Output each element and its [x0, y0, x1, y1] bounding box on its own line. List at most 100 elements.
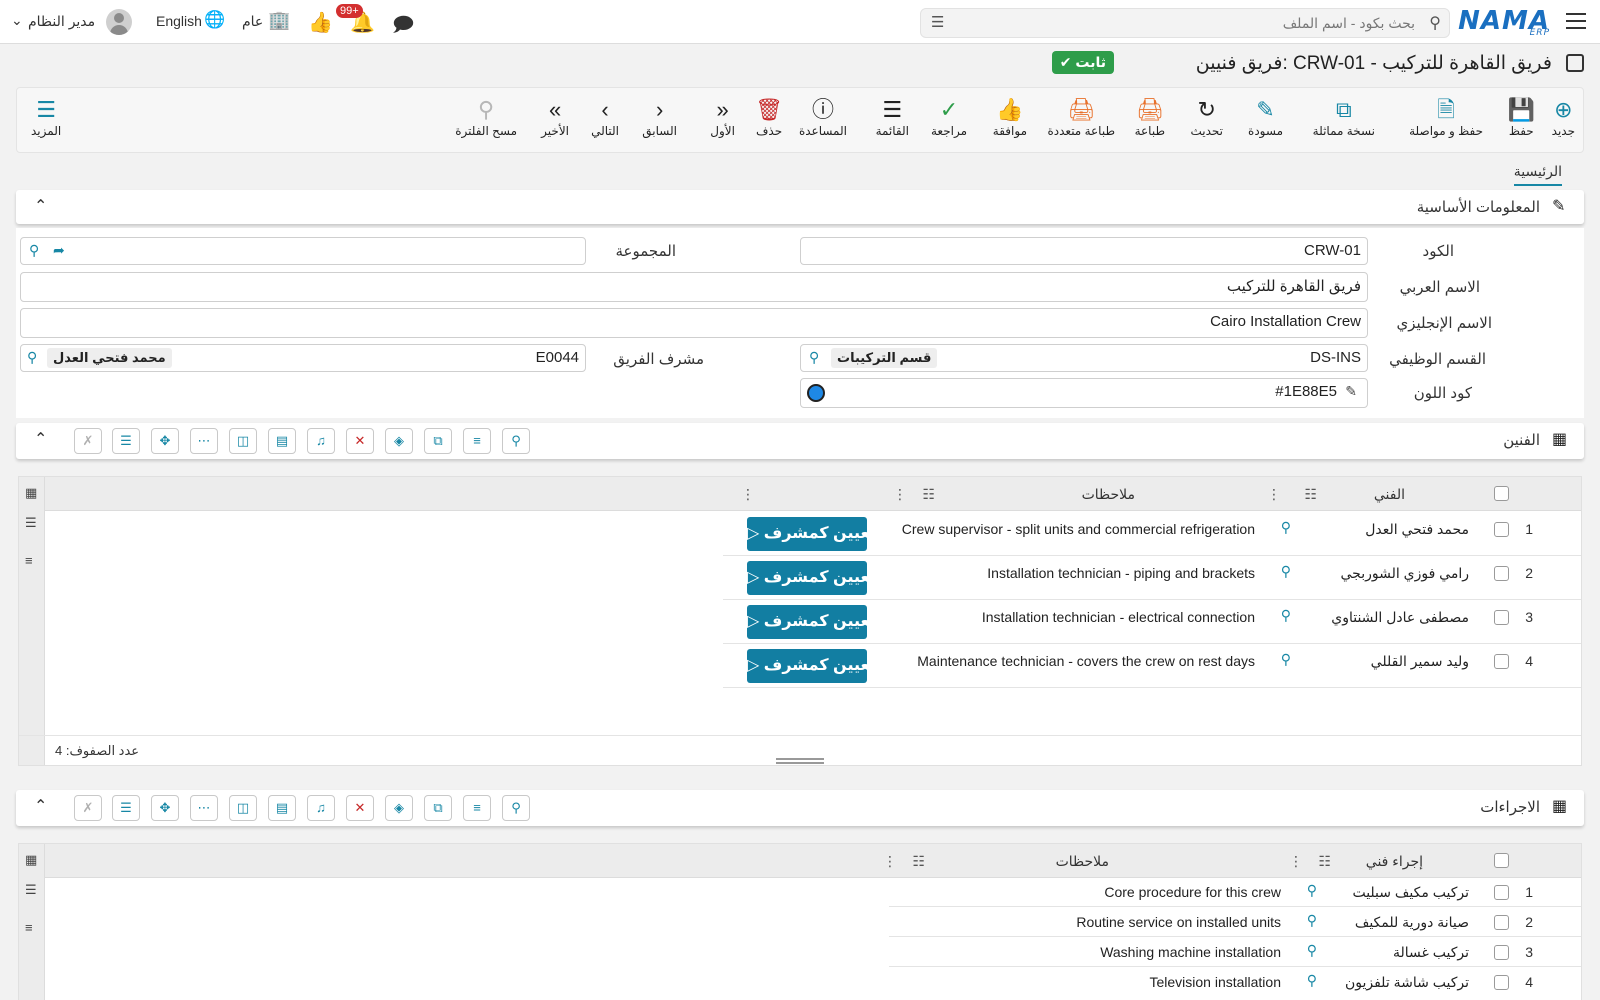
save-continue-button[interactable]: 🗎 حفظ و مواصلة — [1409, 96, 1483, 138]
company-selector[interactable]: عام — [242, 13, 263, 30]
list-button[interactable]: ☰ القائمة — [876, 96, 909, 138]
assign-supervisor-button[interactable]: ▷ تعيين كمشرف — [747, 649, 876, 683]
tab-main[interactable]: الرئيسية — [1513, 163, 1562, 186]
thumbs-up-icon[interactable]: 👍 — [308, 10, 333, 35]
dots-grid-icon[interactable]: ⋯ — [190, 428, 218, 454]
filter-icon[interactable]: ☰ — [112, 795, 140, 821]
search-plus-icon[interactable]: ⚲ — [1281, 519, 1291, 536]
column-menu-icon[interactable]: ⋮ — [893, 486, 907, 503]
col-procedure[interactable]: إجراء فني — [1366, 853, 1423, 870]
assign-supervisor-button[interactable]: ▷ تعيين كمشرف — [747, 517, 876, 551]
search-plus-icon[interactable]: ⚲ — [1281, 563, 1291, 580]
table-split-icon[interactable]: ▤ — [268, 795, 296, 821]
filter-off-icon[interactable]: ✗ — [74, 428, 102, 454]
table-settings-icon[interactable]: ▦ — [25, 852, 37, 868]
search-plus-icon[interactable]: ⚲ — [1307, 912, 1317, 929]
app-logo[interactable]: NAMA ERP — [1458, 6, 1550, 38]
delete-button[interactable]: 🗑 حذف — [755, 96, 783, 138]
trash-icon[interactable]: ✕ — [346, 795, 374, 821]
row-checkbox[interactable] — [1494, 915, 1509, 930]
chevron-down-icon[interactable]: ⌄ — [11, 12, 23, 29]
multi-print-button[interactable]: 🖨 طباعة متعددة — [1047, 96, 1115, 138]
row-checkbox[interactable] — [1494, 610, 1509, 625]
color-swatch[interactable] — [807, 384, 825, 402]
approve-button[interactable]: 👍 موافقة — [993, 96, 1027, 138]
fit-columns-icon[interactable]: ◫ — [229, 795, 257, 821]
avatar[interactable] — [106, 9, 132, 35]
chevron-up-icon[interactable]: ⌃ — [34, 196, 47, 216]
review-button[interactable]: ✓ مراجعة — [931, 96, 967, 138]
more-button[interactable]: ☰ المزيد — [31, 96, 61, 138]
code-field[interactable]: CRW-01 — [800, 237, 1368, 265]
column-filter-icon[interactable]: ☷ — [1318, 853, 1331, 870]
col-notes[interactable]: ملاحظات — [1082, 486, 1135, 503]
filter-icon[interactable]: ☰ — [25, 882, 37, 898]
row-checkbox[interactable] — [1494, 566, 1509, 581]
draft-button[interactable]: ✎ مسودة — [1248, 96, 1283, 138]
column-filter-icon[interactable]: ☷ — [912, 853, 925, 870]
search-plus-icon[interactable]: ⚲ — [1307, 942, 1317, 959]
last-button[interactable]: « الأخير — [541, 96, 569, 138]
list-search-icon[interactable]: ⚲ — [502, 428, 530, 454]
table-split-icon[interactable]: ▤ — [268, 428, 296, 454]
chat-icon[interactable]: 🗩 — [392, 10, 414, 44]
select-all-checkbox[interactable] — [1494, 486, 1509, 501]
search-plus-icon[interactable]: ⚲ — [1307, 882, 1317, 899]
basic-info-header[interactable]: ✎ المعلومات الأساسية ⌃ — [16, 190, 1584, 224]
search-plus-icon[interactable]: ⚲ — [29, 242, 39, 259]
group-field[interactable]: ⚲ ➦ — [20, 237, 586, 265]
eyedropper-icon[interactable]: ✎ — [1345, 383, 1357, 400]
department-field[interactable]: DS-INS قسم التركيبات ⚲ — [800, 344, 1368, 372]
previous-button[interactable]: › السابق — [642, 96, 677, 138]
column-menu-icon[interactable]: ⋮ — [1267, 486, 1281, 503]
duplicate-button[interactable]: ⧉ نسخة مماثلة — [1313, 96, 1375, 138]
column-filter-icon[interactable]: ☷ — [922, 486, 935, 503]
print-button[interactable]: 🖨 طباعة — [1135, 96, 1165, 138]
column-menu-icon[interactable]: ⋮ — [1289, 853, 1303, 870]
menu-icon[interactable]: ≡ — [25, 920, 33, 935]
col-notes[interactable]: ملاحظات — [1056, 853, 1109, 870]
column-menu-icon[interactable]: ⋮ — [741, 486, 755, 503]
english-name-field[interactable]: Cairo Installation Crew — [20, 308, 1368, 338]
row-checkbox[interactable] — [1494, 945, 1509, 960]
supervisor-field[interactable]: E0044 محمد فتحي العدل ⚲ — [20, 344, 586, 372]
add-row-icon[interactable]: ≡ — [463, 428, 491, 454]
add-row-icon[interactable]: ≡ — [463, 795, 491, 821]
building-icon[interactable]: 🏢 — [268, 10, 290, 31]
chevron-up-icon[interactable]: ⌃ — [34, 429, 47, 449]
first-button[interactable]: » الأول — [710, 96, 735, 138]
filter-off-icon[interactable]: ✗ — [74, 795, 102, 821]
col-technician[interactable]: الفني — [1374, 486, 1405, 503]
dots-grid-icon[interactable]: ⋯ — [190, 795, 218, 821]
row-checkbox[interactable] — [1494, 654, 1509, 669]
column-filter-icon[interactable]: ☷ — [1304, 486, 1317, 503]
language-switch[interactable]: English — [156, 13, 202, 29]
filter-icon[interactable]: ☰ — [112, 428, 140, 454]
search-plus-icon[interactable]: ⚲ — [1281, 651, 1291, 668]
fit-columns-icon[interactable]: ◫ — [229, 428, 257, 454]
select-all-checkbox[interactable] — [1494, 853, 1509, 868]
run-icon[interactable]: ♫ — [307, 428, 335, 454]
search-plus-icon[interactable]: ⚲ — [1281, 607, 1291, 624]
chevron-up-icon[interactable]: ⌃ — [34, 796, 47, 816]
next-button[interactable]: ‹ التالي — [591, 96, 619, 138]
copy-icon[interactable]: ⧉ — [424, 428, 452, 454]
table-settings-icon[interactable]: ▦ — [25, 485, 37, 501]
row-checkbox[interactable] — [1494, 885, 1509, 900]
share-icon[interactable]: ➦ — [53, 242, 65, 259]
trash-icon[interactable]: ✕ — [346, 428, 374, 454]
refresh-button[interactable]: ↻ تحديث — [1190, 96, 1223, 138]
column-menu-icon[interactable]: ⋮ — [883, 853, 897, 870]
user-menu[interactable]: مدير النظام — [28, 13, 95, 30]
color-field[interactable]: #1E88E5 ✎ — [800, 378, 1368, 408]
arabic-name-field[interactable]: فريق القاهرة للتركيب — [20, 272, 1368, 302]
move-icon[interactable]: ✥ — [151, 428, 179, 454]
clear-filter-button[interactable]: ⚲ مسح الفلترة — [455, 96, 517, 138]
filter-icon[interactable]: ☰ — [25, 515, 37, 531]
run-icon[interactable]: ♫ — [307, 795, 335, 821]
search-box[interactable]: ⚲ بحث بكود - اسم الملف ☰ — [920, 8, 1450, 38]
move-icon[interactable]: ✥ — [151, 795, 179, 821]
filter-icon[interactable]: ☰ — [931, 13, 944, 31]
copy-icon[interactable]: ⧉ — [424, 795, 452, 821]
menu-icon[interactable] — [1566, 13, 1586, 29]
